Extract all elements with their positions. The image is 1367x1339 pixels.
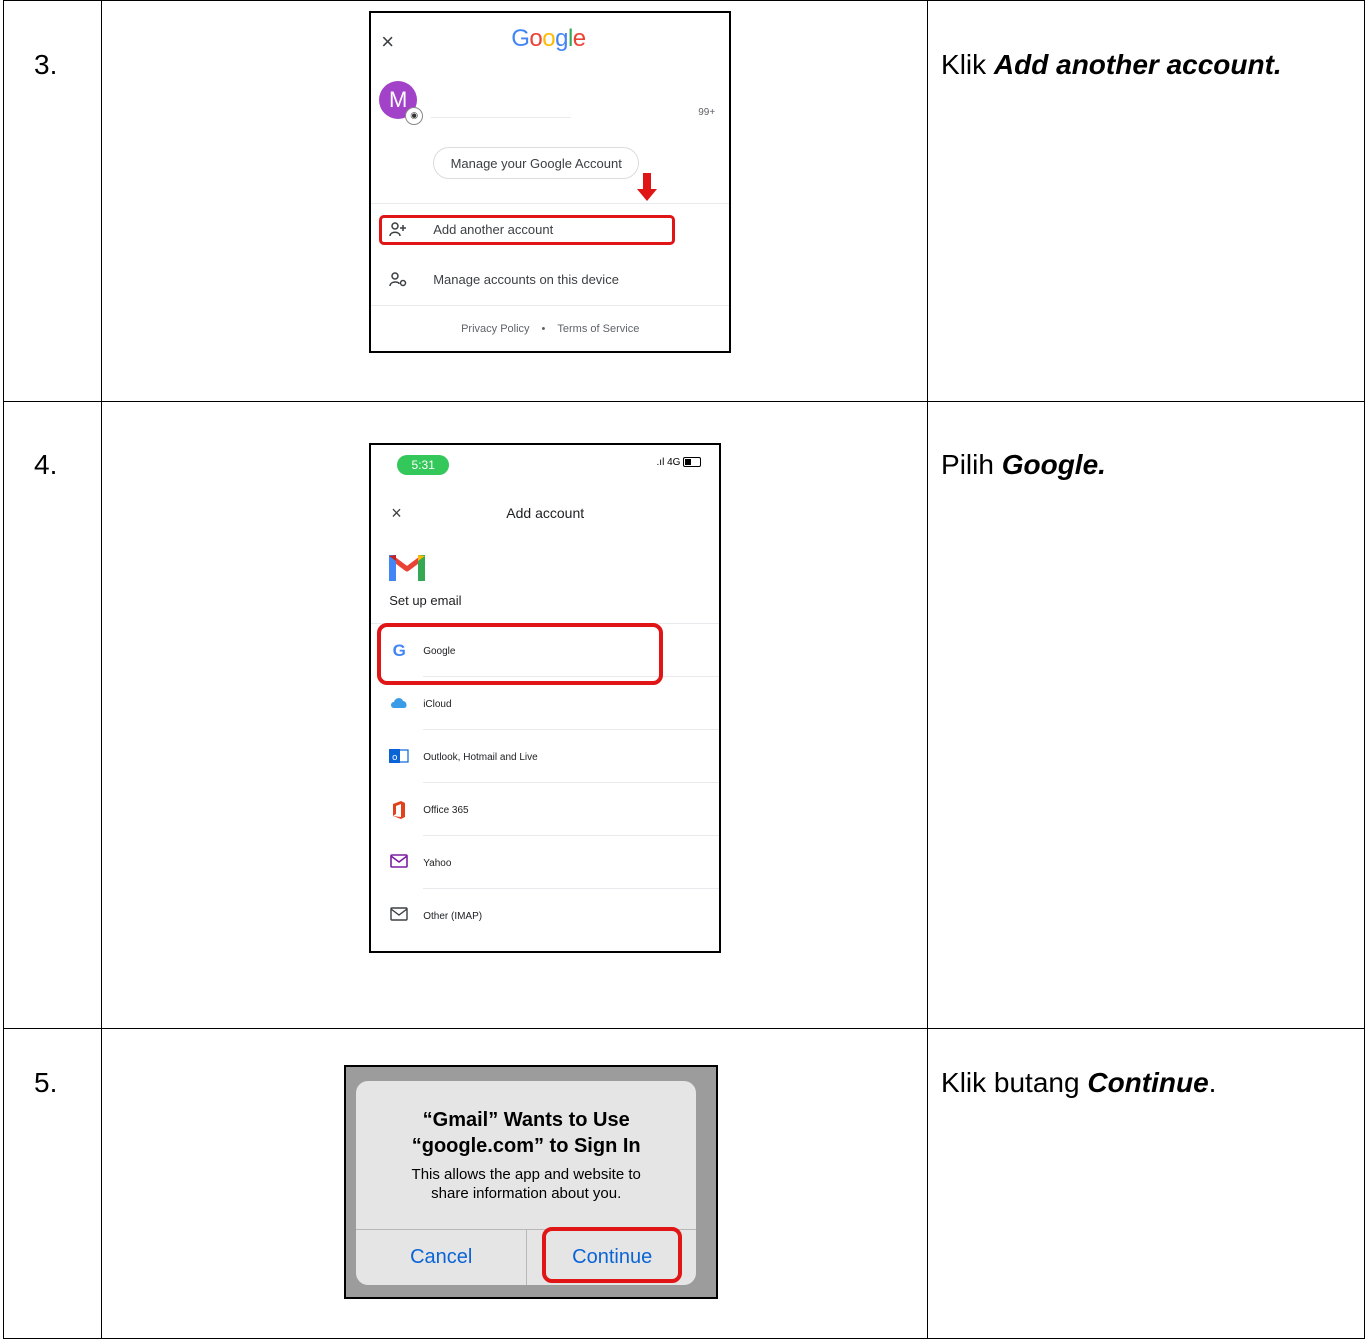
logo-letter: o — [529, 25, 543, 52]
highlight-box — [377, 623, 664, 685]
divider — [423, 888, 720, 889]
terms-of-service-link[interactable]: Terms of Service — [557, 323, 639, 335]
provider-label: Other (IMAP) — [423, 911, 483, 922]
logo-letter: e — [572, 25, 586, 52]
alert-title-line: “Gmail” Wants to Use — [422, 1109, 630, 1131]
step-row-5: 5. “Gmail” Wants to Use “google.com” to … — [2, 1028, 1365, 1339]
screenshot-cell: × Google M ◉ 99+ Manage your Google Acco… — [101, 0, 929, 402]
step-description: Klik butang Continue. — [941, 1067, 1364, 1099]
alert-title: “Gmail” Wants to Use “google.com” to Sig… — [356, 1107, 696, 1159]
red-arrow-down-icon — [637, 173, 658, 201]
sign-in-alert-screenshot: “Gmail” Wants to Use “google.com” to Sig… — [344, 1065, 719, 1299]
step-number-cell: 5. — [2, 1028, 103, 1339]
provider-label: Office 365 — [423, 805, 469, 816]
status-bar: .ıl 4G — [657, 457, 702, 468]
alert-message-line: This allows the app and website to — [411, 1166, 641, 1183]
provider-yahoo[interactable]: Yahoo — [371, 837, 720, 889]
logo-letter: o — [542, 25, 556, 52]
step-number-cell: 4. — [2, 401, 103, 1029]
description-cell: Klik butang Continue. — [927, 1028, 1365, 1339]
gmail-logo-icon — [389, 553, 426, 581]
manage-accounts-item[interactable]: Manage accounts on this device — [371, 263, 729, 297]
yahoo-mail-icon — [389, 854, 409, 872]
google-logo: Google — [511, 25, 586, 53]
page-title: Add account — [506, 505, 585, 521]
step-number: 3. — [34, 49, 58, 80]
divider — [423, 729, 720, 730]
desc-text: Klik — [941, 49, 994, 80]
desc-emphasis: Add another account. — [993, 49, 1282, 80]
provider-icloud[interactable]: iCloud — [371, 678, 720, 730]
step-description: Klik Add another account. — [941, 49, 1364, 81]
imap-mail-icon — [389, 907, 409, 925]
desc-text: Klik butang — [941, 1067, 1088, 1098]
alert-message-line: share information about you. — [431, 1185, 622, 1202]
desc-emphasis: Continue — [1087, 1067, 1209, 1098]
notification-badge: 99+ — [698, 107, 716, 118]
footer-links: Privacy Policy • Terms of Service — [371, 323, 729, 335]
provider-label: Outlook, Hotmail and Live — [423, 752, 538, 763]
icloud-icon — [389, 695, 409, 713]
outlook-icon: o — [389, 748, 409, 766]
logo-letter: G — [511, 25, 530, 52]
provider-label: iCloud — [423, 699, 452, 710]
step-number-cell: 3. — [2, 0, 103, 402]
highlight-box — [379, 215, 676, 245]
divider — [423, 782, 720, 783]
screenshot-cell: 5:31 .ıl 4G × Add account Set up email G… — [101, 401, 929, 1029]
alert-title-line: “google.com” to Sign In — [411, 1135, 641, 1157]
menu-item-label: Manage accounts on this device — [433, 272, 619, 287]
logo-letter: g — [555, 25, 568, 52]
camera-icon[interactable]: ◉ — [405, 107, 424, 125]
separator-dot: • — [541, 323, 546, 335]
desc-suffix: . — [1208, 1067, 1217, 1098]
provider-imap[interactable]: Other (IMAP) — [371, 890, 719, 942]
instruction-table: 3. × Google M ◉ 99+ Manage your Google A… — [2, 0, 1365, 1339]
cancel-button[interactable]: Cancel — [356, 1229, 526, 1285]
step-row-4: 4. 5:31 .ıl 4G × Add account Set up emai… — [2, 401, 1365, 1029]
manage-accounts-icon — [389, 271, 407, 291]
battery-icon — [683, 457, 702, 468]
network-indicator: .ıl 4G — [656, 457, 681, 468]
office365-icon — [389, 801, 409, 819]
svg-text:o: o — [392, 753, 398, 763]
provider-office365[interactable]: Office 365 — [371, 784, 720, 836]
highlight-box — [542, 1227, 683, 1283]
step-description: Pilih Google. — [941, 449, 1364, 481]
desc-text: Pilih — [941, 449, 1002, 480]
close-icon[interactable]: × — [381, 29, 394, 55]
add-account-screenshot: 5:31 .ıl 4G × Add account Set up email G… — [369, 443, 722, 953]
description-cell: Pilih Google. — [927, 401, 1365, 1029]
divider — [423, 835, 720, 836]
description-cell: Klik Add another account. — [927, 0, 1365, 402]
manage-google-account-button[interactable]: Manage your Google Account — [433, 147, 640, 179]
step-number: 5. — [34, 1067, 58, 1098]
step-row-3: 3. × Google M ◉ 99+ Manage your Google A… — [2, 0, 1365, 402]
divider — [371, 305, 730, 306]
privacy-policy-link[interactable]: Privacy Policy — [461, 323, 529, 335]
screenshot-cell: “Gmail” Wants to Use “google.com” to Sig… — [101, 1028, 929, 1339]
google-account-menu-screenshot: × Google M ◉ 99+ Manage your Google Acco… — [369, 11, 732, 353]
desc-emphasis: Google. — [1001, 449, 1106, 480]
setup-email-label: Set up email — [389, 593, 462, 608]
step-number: 4. — [34, 449, 58, 480]
divider — [371, 203, 730, 204]
provider-label: Yahoo — [423, 858, 452, 869]
provider-outlook[interactable]: o Outlook, Hotmail and Live — [371, 731, 720, 783]
account-name-placeholder — [431, 117, 572, 118]
alert-message: This allows the app and website to share… — [356, 1165, 696, 1203]
status-time: 5:31 — [397, 455, 450, 475]
